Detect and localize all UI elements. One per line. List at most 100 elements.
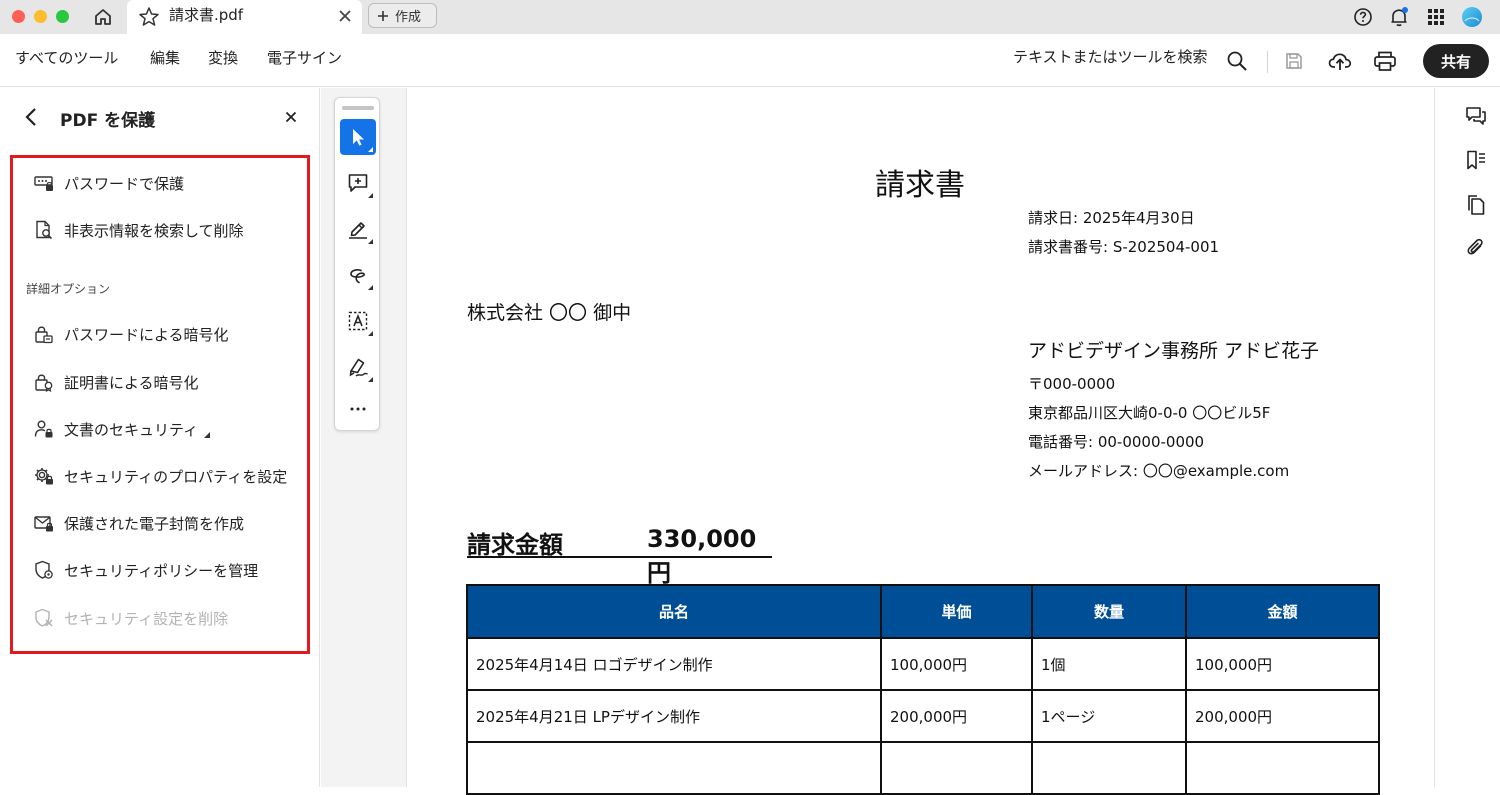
home-button[interactable] (90, 5, 116, 29)
select-arrow-icon (353, 129, 364, 146)
cell-quantity: 1ページ (1031, 689, 1187, 743)
tool-highlight[interactable] (340, 211, 376, 247)
tool-draw[interactable] (340, 257, 376, 293)
menu-all-tools[interactable]: すべてのツール (15, 47, 118, 68)
chevron-left-icon (25, 108, 36, 126)
rail-comments-button[interactable] (1464, 104, 1488, 128)
notifications-button[interactable] (1387, 5, 1411, 29)
bell-icon (1391, 7, 1408, 27)
close-window-button[interactable] (12, 10, 25, 23)
document-tab[interactable]: 請求書.pdf (127, 0, 362, 34)
cell-quantity (1031, 741, 1187, 795)
option-security-policy[interactable]: セキュリティポリシーを管理 (34, 558, 258, 582)
more-icon (350, 407, 366, 411)
close-icon (285, 111, 297, 123)
table-row: 2025年4月21日 LPデザイン制作 200,000円 1ページ 200,00… (466, 689, 1380, 743)
shield-x-icon (35, 608, 53, 627)
tool-flyout-indicator (368, 193, 373, 198)
tool-more[interactable] (340, 391, 376, 427)
menu-e-sign[interactable]: 電子サイン (267, 47, 342, 68)
option-document-security[interactable]: 文書のセキュリティ (34, 417, 211, 441)
panel-close-button[interactable] (282, 108, 300, 126)
option-certificate-encrypt[interactable]: 証明書による暗号化 (34, 370, 199, 394)
panel-title: PDF を保護 (60, 111, 156, 131)
apps-button[interactable] (1424, 5, 1448, 29)
invoice-number: 請求書番号: S-202504-001 (1028, 238, 1220, 256)
panel-back-button[interactable] (22, 106, 42, 128)
rail-attachments-button[interactable] (1464, 236, 1488, 260)
minimize-window-button[interactable] (34, 10, 47, 23)
option-remove-security[interactable]: セキュリティ設定を削除 (34, 606, 228, 630)
star-button[interactable] (137, 5, 161, 29)
save-button[interactable] (1281, 48, 1307, 74)
cell-unit-price (880, 741, 1033, 795)
option-password-protect[interactable]: パスワードで保護 (34, 171, 184, 195)
table-row: 2025年4月14日 ロゴデザイン制作 100,000円 1個 100,000円 (466, 637, 1380, 691)
option-security-properties[interactable]: セキュリティのプロパティを設定 (34, 464, 287, 488)
option-label: 非表示情報を検索して削除 (64, 221, 244, 240)
section-advanced-label: 詳細オプション (26, 282, 111, 296)
save-icon (1286, 53, 1302, 69)
close-icon (339, 10, 351, 22)
shield-gear-icon (35, 560, 53, 579)
add-comment-icon (348, 174, 368, 192)
submenu-indicator-icon (204, 432, 211, 438)
document-search-icon (36, 220, 53, 240)
tab-close-button[interactable] (336, 7, 354, 25)
pages-icon (1468, 195, 1485, 215)
quick-tools-toolbar (334, 97, 380, 431)
protect-pdf-panel: PDF を保護 パスワードで保護 非表示情報を検索して削除 詳細オプション パス… (0, 88, 320, 787)
avatar-icon (1462, 7, 1482, 27)
zoom-window-button[interactable] (56, 10, 69, 23)
user-lock-icon (34, 420, 53, 438)
sender-postal: 〒000-0000 (1028, 375, 1116, 393)
tool-flyout-indicator (368, 377, 373, 382)
new-tab-button[interactable]: 作成 (368, 3, 437, 28)
sender-address: 東京都品川区大崎0-0-0 〇〇ビル5F (1028, 404, 1271, 422)
sender-name: アドビデザイン事務所 アドビ花子 (1028, 340, 1320, 362)
help-button[interactable] (1351, 5, 1375, 29)
menu-convert[interactable]: 変換 (208, 47, 238, 68)
tool-sign[interactable] (340, 349, 376, 385)
rail-bookmarks-button[interactable] (1464, 148, 1488, 172)
invoice-title: 請求書 (875, 168, 965, 203)
option-find-redact[interactable]: 非表示情報を検索して削除 (34, 218, 244, 242)
toolbar-drag-handle[interactable] (342, 106, 374, 110)
tool-text-box[interactable] (340, 303, 376, 339)
header-unit-price: 単価 (880, 584, 1033, 639)
help-icon (1354, 8, 1372, 26)
comments-icon (1466, 107, 1486, 125)
invoice-date: 請求日: 2025年4月30日 (1028, 209, 1195, 227)
menu-bar: すべてのツール 編集 変換 電子サイン テキストまたはツールを検索 共有 (0, 34, 1500, 87)
title-bar: 請求書.pdf 作成 (0, 0, 1500, 34)
home-icon (95, 9, 111, 25)
cell-item: 2025年4月21日 LPデザイン制作 (466, 689, 882, 743)
option-secure-envelope[interactable]: 保護された電子封筒を作成 (34, 511, 244, 535)
text-box-icon (348, 311, 368, 331)
rail-pages-button[interactable] (1464, 193, 1488, 217)
option-label: パスワードで保護 (64, 174, 185, 193)
search-tools-label[interactable]: テキストまたはツールを検索 (1013, 46, 1208, 67)
search-button[interactable] (1224, 48, 1250, 74)
printer-icon (1374, 51, 1396, 71)
table-row (466, 741, 1380, 795)
print-button[interactable] (1372, 48, 1398, 74)
share-button[interactable]: 共有 (1423, 44, 1489, 78)
tab-title: 請求書.pdf (169, 6, 244, 24)
avatar[interactable] (1460, 5, 1484, 29)
tool-add-comment[interactable] (340, 165, 376, 201)
tool-flyout-indicator (368, 239, 373, 244)
invoice-amount: 請求金額 330,000円 (467, 525, 772, 587)
option-label: セキュリティ設定を削除 (64, 609, 229, 628)
option-label: 証明書による暗号化 (64, 373, 199, 392)
option-label: セキュリティポリシーを管理 (64, 561, 259, 580)
menu-edit[interactable]: 編集 (150, 47, 180, 68)
upload-button[interactable] (1327, 48, 1353, 74)
header-quantity: 数量 (1031, 584, 1187, 639)
tool-select[interactable] (340, 119, 376, 155)
header-amount: 金額 (1185, 584, 1380, 639)
table-header-row: 品名 単価 数量 金額 (466, 584, 1380, 639)
cloud-upload-icon (1328, 53, 1352, 70)
attachment-icon (1467, 238, 1483, 255)
option-password-encrypt[interactable]: パスワードによる暗号化 (34, 322, 229, 346)
